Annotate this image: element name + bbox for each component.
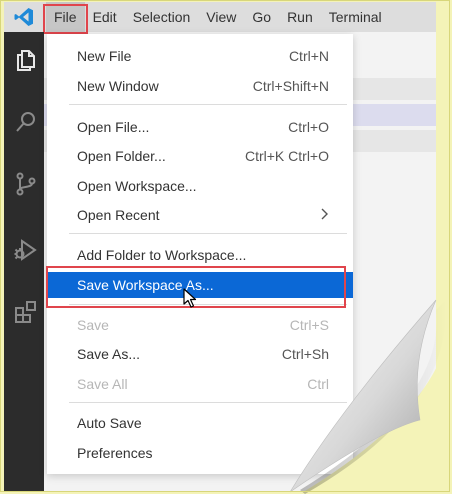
menu-item-label: Add Folder to Workspace... bbox=[77, 247, 247, 263]
menu-item-new-file[interactable]: New File Ctrl+N bbox=[47, 43, 353, 69]
source-control-icon[interactable] bbox=[14, 172, 38, 196]
menu-separator bbox=[69, 104, 347, 105]
menu-item-label: Save All bbox=[77, 376, 128, 392]
menu-item-open-folder[interactable]: Open Folder... Ctrl+K Ctrl+O bbox=[47, 143, 353, 169]
menu-item-label: Open Recent bbox=[77, 207, 160, 223]
menu-item-open-file[interactable]: Open File... Ctrl+O bbox=[47, 114, 353, 140]
chevron-right-icon bbox=[319, 207, 329, 223]
menu-item-shortcut: Ctrl+O bbox=[288, 119, 329, 135]
explorer-icon[interactable] bbox=[14, 48, 38, 72]
file-menu-highlight-box bbox=[43, 4, 88, 34]
mouse-cursor-icon bbox=[183, 288, 197, 308]
menu-item-label: Save bbox=[77, 317, 109, 333]
menu-item-label: Open File... bbox=[77, 119, 150, 135]
menu-item-open-workspace[interactable]: Open Workspace... bbox=[47, 173, 353, 199]
menu-terminal[interactable]: Terminal bbox=[321, 2, 390, 32]
menu-separator bbox=[69, 402, 347, 403]
menu-selection[interactable]: Selection bbox=[125, 2, 199, 32]
menu-item-save-as[interactable]: Save As... Ctrl+Sh bbox=[47, 341, 353, 367]
menu-item-new-window[interactable]: New Window Ctrl+Shift+N bbox=[47, 73, 353, 99]
menu-item-auto-save[interactable]: Auto Save bbox=[47, 410, 353, 436]
menu-item-label: Preferences bbox=[77, 445, 153, 461]
menu-item-label: Open Folder... bbox=[77, 148, 166, 164]
activity-bar bbox=[4, 32, 44, 492]
menu-item-label: Save As... bbox=[77, 346, 141, 362]
menu-go[interactable]: Go bbox=[244, 2, 279, 32]
menu-item-shortcut: Ctrl bbox=[307, 376, 329, 392]
menu-item-shortcut: Ctrl+Shift+N bbox=[252, 78, 329, 94]
menu-item-shortcut: Ctrl+N bbox=[288, 48, 329, 64]
run-debug-icon[interactable] bbox=[14, 238, 38, 262]
menu-item-save-all[interactable]: Save All Ctrl bbox=[47, 371, 353, 397]
menu-edit[interactable]: Edit bbox=[85, 2, 125, 32]
menu-item-label: New Window bbox=[77, 78, 159, 94]
menu-item-label: New File bbox=[77, 48, 132, 64]
vscode-logo-icon bbox=[4, 2, 44, 32]
menu-item-open-recent[interactable]: Open Recent bbox=[47, 202, 353, 228]
menu-run[interactable]: Run bbox=[279, 2, 321, 32]
menu-item-label: Open Workspace... bbox=[77, 178, 197, 194]
menu-item-shortcut: Ctrl+Sh bbox=[281, 346, 329, 362]
search-icon[interactable] bbox=[14, 110, 38, 134]
menu-item-preferences[interactable]: Preferences bbox=[47, 440, 353, 466]
file-menu-dropdown: New File Ctrl+N New Window Ctrl+Shift+N … bbox=[47, 34, 353, 474]
menu-item-add-folder-to-workspace[interactable]: Add Folder to Workspace... bbox=[47, 242, 353, 268]
menu-item-save[interactable]: Save Ctrl+S bbox=[47, 312, 353, 338]
menu-view[interactable]: View bbox=[198, 2, 244, 32]
menu-item-shortcut: Ctrl+S bbox=[289, 317, 329, 333]
menu-separator bbox=[69, 233, 347, 234]
menu-item-shortcut: Ctrl+K Ctrl+O bbox=[244, 148, 329, 164]
menu-item-label: Auto Save bbox=[77, 415, 142, 431]
extensions-icon[interactable] bbox=[14, 300, 38, 324]
